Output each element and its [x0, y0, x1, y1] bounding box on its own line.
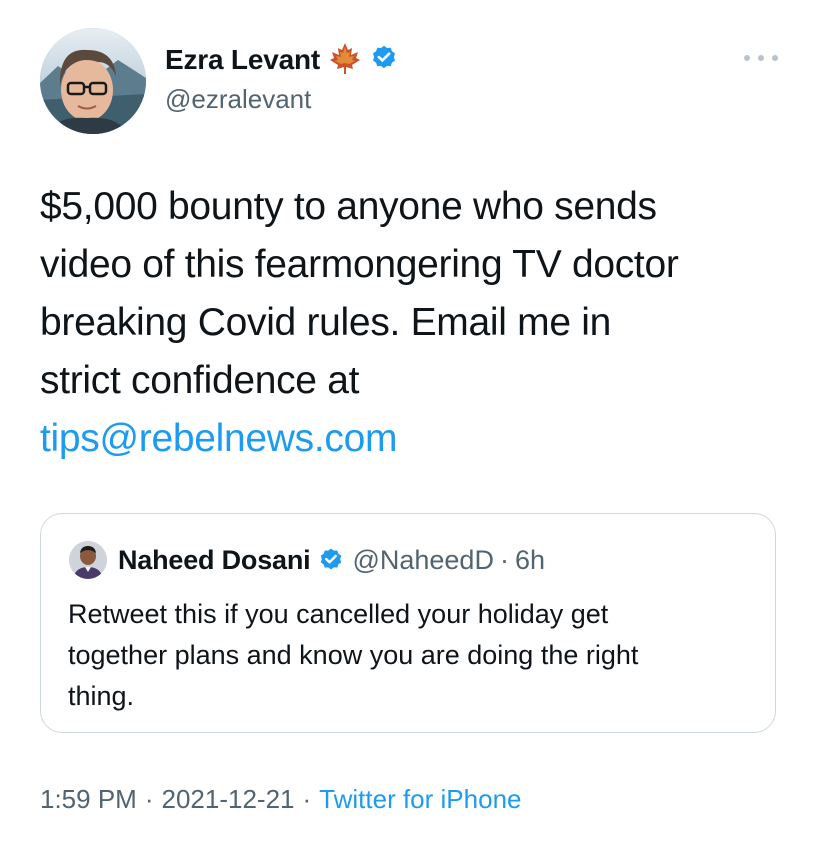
quoted-header: Naheed Dosani @NaheedD · 6h: [118, 541, 545, 579]
tweet-line: $5,000 bounty to anyone who sends: [40, 185, 657, 228]
tweet-line: breaking Covid rules. Email me in: [40, 301, 612, 344]
verified-badge-icon: [318, 547, 344, 573]
more-dot-2: [758, 55, 764, 61]
quoted-tweet-card[interactable]: Naheed Dosani @NaheedD · 6h Retweet this…: [40, 513, 776, 733]
quoted-display-name[interactable]: Naheed Dosani: [118, 545, 311, 576]
author-name-row: Ezra Levant: [165, 40, 398, 80]
quoted-separator: ·: [499, 544, 509, 575]
quoted-timestamp[interactable]: 6h: [515, 545, 545, 576]
tweet-time[interactable]: 1:59 PM: [40, 784, 137, 814]
tweet-date[interactable]: 2021-12-21: [162, 784, 295, 814]
meta-separator: ·: [144, 784, 154, 814]
quoted-handle[interactable]: @NaheedD: [352, 545, 494, 576]
author-handle[interactable]: @ezralevant: [165, 84, 311, 115]
verified-badge-icon: [370, 44, 398, 77]
quoted-line: thing.: [68, 681, 135, 711]
tweet-line: strict confidence at: [40, 359, 360, 402]
author-avatar[interactable]: [40, 28, 146, 134]
tweet-text: $5,000 bounty to anyone who sends video …: [40, 178, 790, 468]
more-dot-3: [772, 55, 778, 61]
more-options-icon[interactable]: [744, 48, 778, 68]
more-dot-1: [744, 55, 750, 61]
meta-separator: ·: [302, 784, 312, 814]
quoted-tweet-text: Retweet this if you cancelled your holid…: [68, 594, 758, 717]
tweet-source-link[interactable]: Twitter for iPhone: [319, 784, 521, 814]
email-link[interactable]: tips@rebelnews.com: [40, 410, 790, 468]
tweet-line: video of this fearmongering TV doctor: [40, 243, 679, 286]
tweet-metadata: 1:59 PM · 2021-12-21 · Twitter for iPhone: [40, 784, 521, 815]
quoted-line: together plans and know you are doing th…: [68, 640, 639, 670]
author-display-name[interactable]: Ezra Levant: [165, 44, 320, 76]
maple-leaf-icon: [328, 41, 362, 80]
quoted-author-avatar[interactable]: [69, 541, 107, 579]
quoted-line: Retweet this if you cancelled your holid…: [68, 599, 609, 629]
